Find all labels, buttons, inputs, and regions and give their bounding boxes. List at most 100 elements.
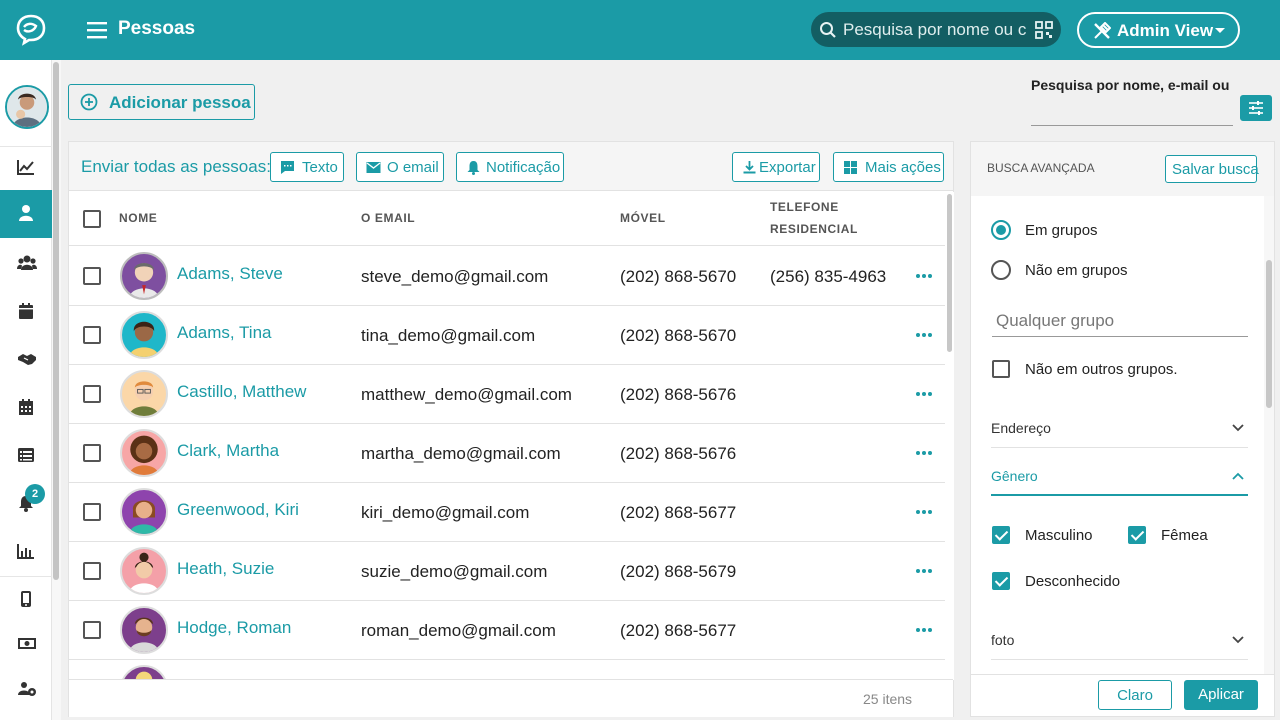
- person-name-link[interactable]: Adams, Tina: [177, 323, 272, 343]
- name-email-search-label: Pesquisa por nome, e-mail ou: [1031, 77, 1230, 93]
- sidebar-item-groups[interactable]: [0, 240, 52, 286]
- sidebar-item-lists[interactable]: [0, 432, 52, 478]
- sidebar-item-calendar[interactable]: [0, 288, 52, 334]
- send-notification-button[interactable]: Notificação: [456, 152, 564, 182]
- gender-female-label: Fêmea: [1161, 527, 1208, 544]
- group-select-input[interactable]: [992, 305, 1248, 337]
- table-row[interactable]: Adams, Tina tina_demo@gmail.com (202) 86…: [69, 306, 945, 365]
- photo-accordion[interactable]: foto: [991, 620, 1248, 660]
- clear-button[interactable]: Claro: [1098, 680, 1172, 710]
- column-header-name[interactable]: NOME: [119, 207, 157, 229]
- row-checkbox[interactable]: [83, 503, 101, 521]
- address-accordion[interactable]: Endereço: [991, 408, 1248, 448]
- export-button[interactable]: Exportar: [732, 152, 820, 182]
- sidebar-item-events[interactable]: [0, 384, 52, 430]
- person-name-link[interactable]: Heath, Suzie: [177, 559, 274, 579]
- users-gear-icon: [18, 682, 36, 696]
- column-header-mobile[interactable]: MÓVEL: [620, 207, 666, 229]
- sidebar-scrollbar[interactable]: [52, 60, 61, 720]
- qr-code-icon[interactable]: [1035, 21, 1053, 39]
- table-row[interactable]: Heath, Suzie suzie_demo@gmail.com (202) …: [69, 542, 945, 601]
- row-checkbox[interactable]: [83, 444, 101, 462]
- select-all-checkbox[interactable]: [83, 210, 101, 228]
- gender-unknown-checkbox[interactable]: [992, 572, 1010, 590]
- more-actions-label: Mais ações: [865, 159, 941, 176]
- money-icon: [18, 638, 36, 649]
- gender-female-checkbox[interactable]: [1128, 526, 1146, 544]
- row-checkbox[interactable]: [83, 326, 101, 344]
- sidebar-item-mobile[interactable]: [0, 576, 52, 622]
- table-row[interactable]: Clark, Martha martha_demo@gmail.com (202…: [69, 424, 945, 483]
- more-options-icon[interactable]: [913, 566, 935, 576]
- chevron-down-icon: [1232, 424, 1244, 432]
- person-name-link[interactable]: Clark, Martha: [177, 441, 279, 461]
- sidebar-item-notifications[interactable]: [0, 480, 52, 526]
- filter-toggle-button[interactable]: [1240, 95, 1272, 121]
- global-search-input[interactable]: [843, 12, 1029, 47]
- table-row[interactable]: [69, 660, 945, 679]
- sidebar-item-people[interactable]: [0, 190, 52, 238]
- chevron-down-icon: [1232, 636, 1244, 644]
- in-groups-radio[interactable]: [991, 220, 1011, 240]
- hamburger-menu-icon[interactable]: [84, 17, 110, 43]
- row-checkbox[interactable]: [83, 267, 101, 285]
- scrollbar-thumb[interactable]: [53, 62, 59, 580]
- more-options-icon[interactable]: [913, 625, 935, 635]
- column-header-home-phone[interactable]: TELEFONE RESIDENCIAL: [770, 196, 858, 240]
- row-checkbox[interactable]: [83, 385, 101, 403]
- person-name-link[interactable]: Greenwood, Kiri: [177, 500, 299, 520]
- gender-male-checkbox[interactable]: [992, 526, 1010, 544]
- mobile-icon: [21, 591, 31, 607]
- more-options-icon[interactable]: [913, 507, 935, 517]
- apply-button[interactable]: Aplicar: [1184, 680, 1258, 710]
- address-accordion-label: Endereço: [991, 420, 1051, 436]
- avatar: [120, 311, 168, 359]
- more-options-icon[interactable]: [913, 448, 935, 458]
- column-header-email[interactable]: O EMAIL: [361, 207, 415, 229]
- not-in-other-groups-checkbox[interactable]: [992, 360, 1010, 378]
- not-in-other-groups-label: Não em outros grupos.: [1025, 361, 1178, 378]
- not-in-groups-radio[interactable]: [991, 260, 1011, 280]
- sidebar-item-finance[interactable]: [0, 620, 52, 666]
- more-options-icon[interactable]: [913, 389, 935, 399]
- name-email-search-input[interactable]: [1031, 96, 1233, 126]
- app-logo-icon[interactable]: [14, 12, 48, 46]
- mobile-cell: (202) 868-5677: [620, 621, 737, 640]
- table-scrollbar[interactable]: [945, 192, 954, 680]
- scrollbar-thumb[interactable]: [1266, 260, 1272, 408]
- more-actions-button[interactable]: Mais ações: [833, 152, 944, 182]
- sidebar: 2: [0, 60, 52, 720]
- send-email-label: O email: [387, 159, 439, 176]
- user-avatar[interactable]: [5, 85, 49, 129]
- row-checkbox[interactable]: [83, 621, 101, 639]
- more-options-icon[interactable]: [913, 271, 935, 281]
- mobile-cell: (202) 868-5676: [620, 444, 737, 463]
- send-text-label: Texto: [302, 159, 338, 176]
- table-row[interactable]: Adams, Steve steve_demo@gmail.com (202) …: [69, 247, 945, 306]
- table-row[interactable]: Castillo, Matthew matthew_demo@gmail.com…: [69, 365, 945, 424]
- sidebar-item-partners[interactable]: [0, 336, 52, 382]
- groups-icon: [17, 255, 37, 270]
- table-row[interactable]: Hodge, Roman roman_demo@gmail.com (202) …: [69, 601, 945, 660]
- send-email-button[interactable]: O email: [356, 152, 444, 182]
- person-name-link[interactable]: Castillo, Matthew: [177, 382, 306, 402]
- sidebar-item-dashboard[interactable]: [0, 144, 52, 190]
- scrollbar-thumb[interactable]: [947, 194, 952, 352]
- sidebar-item-admin-users[interactable]: [0, 666, 52, 712]
- row-checkbox[interactable]: [83, 562, 101, 580]
- send-text-button[interactable]: Texto: [270, 152, 344, 182]
- avatar: [120, 606, 168, 654]
- apply-label: Aplicar: [1198, 686, 1244, 703]
- table-row[interactable]: Greenwood, Kiri kiri_demo@gmail.com (202…: [69, 483, 945, 542]
- clear-label: Claro: [1117, 687, 1153, 704]
- sidebar-item-reports[interactable]: [0, 528, 52, 574]
- person-name-link[interactable]: Hodge, Roman: [177, 618, 291, 638]
- save-search-button[interactable]: Salvar busca: [1165, 155, 1259, 183]
- avatar: [120, 665, 168, 679]
- add-person-button[interactable]: Adicionar pessoa: [68, 84, 255, 120]
- gender-accordion[interactable]: Gênero: [991, 456, 1248, 496]
- admin-view-dropdown[interactable]: Admin View: [1077, 12, 1240, 48]
- more-options-icon[interactable]: [913, 330, 935, 340]
- person-name-link[interactable]: Adams, Steve: [177, 264, 283, 284]
- advanced-search-scrollbar[interactable]: [1264, 196, 1274, 674]
